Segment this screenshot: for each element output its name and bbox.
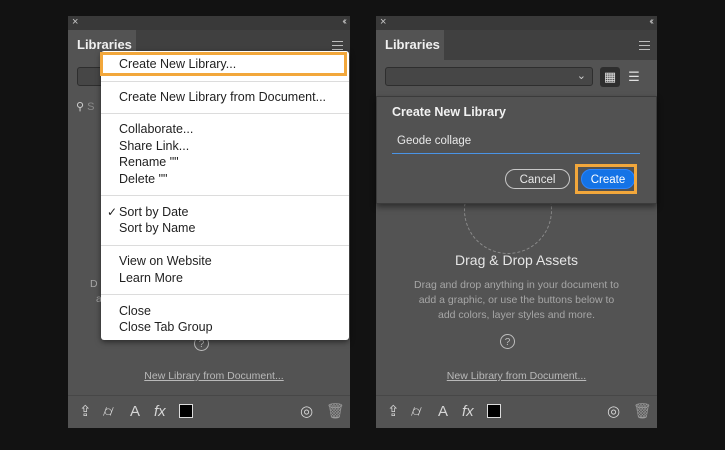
dialog-title: Create New Library [392, 105, 506, 119]
text-icon[interactable]: A [438, 403, 448, 421]
create-button-highlight [575, 164, 637, 194]
create-new-library-highlight [100, 52, 347, 76]
fx-icon[interactable]: fx [154, 403, 166, 421]
panel-bottom-toolbar: ⇪ ⌭ A fx ◎ 🗑 [68, 395, 350, 428]
grid-view-icon[interactable]: ▦ [600, 67, 620, 87]
menu-item-create-from-document[interactable]: Create New Library from Document... [119, 90, 326, 104]
panel-menu-icon[interactable] [639, 41, 650, 50]
menu-item-close[interactable]: Close [119, 304, 151, 318]
help-icon[interactable]: ? [500, 334, 515, 349]
library-name-input[interactable]: Geode collage [392, 135, 640, 154]
upload-icon[interactable]: ⇪ [79, 403, 92, 421]
chevron-down-icon: ⌄ [576, 70, 586, 82]
collapse-icon[interactable]: ‹‹ [342, 16, 346, 27]
upload-icon[interactable]: ⇪ [387, 403, 400, 421]
search-row[interactable]: ⚲ S [76, 100, 94, 113]
brush-icon[interactable]: ⌭ [411, 403, 422, 421]
menu-separator [101, 294, 349, 295]
menu-item-sort-by-date[interactable]: Sort by Date [119, 205, 188, 219]
drag-drop-title: Drag & Drop Assets [455, 252, 578, 268]
desc-line: Drag and drop anything in your document … [414, 279, 619, 291]
collapse-icon[interactable]: ‹‹ [649, 16, 653, 27]
menu-separator [101, 245, 349, 246]
search-icon: ⚲ [76, 101, 85, 113]
cancel-button[interactable]: Cancel [505, 169, 570, 189]
checkmark-icon: ✓ [107, 205, 118, 219]
panel-topbar: × ‹‹ [68, 16, 350, 30]
cc-sync-icon[interactable]: ◎ [607, 403, 620, 421]
menu-item-share-link[interactable]: Share Link... [119, 139, 189, 153]
menu-item-sort-by-name[interactable]: Sort by Name [119, 221, 195, 235]
panel-flyout-menu: Create New Library... Create New Library… [101, 51, 349, 340]
color-swatch[interactable] [487, 404, 501, 418]
menu-separator [101, 81, 349, 82]
partial-desc-1: D [90, 278, 98, 290]
new-library-from-document-link[interactable]: New Library from Document... [78, 370, 350, 382]
desc-line: add a graphic, or use the buttons below … [418, 294, 615, 306]
text-icon[interactable]: A [130, 403, 140, 421]
cc-sync-icon[interactable]: ◎ [300, 403, 313, 421]
library-select[interactable]: ⌄ [385, 67, 593, 86]
panel-topbar: × ‹‹ [376, 16, 657, 30]
tab-row: Libraries [376, 30, 657, 60]
desc-line: add colors, layer styles and more. [438, 309, 595, 321]
menu-item-collaborate[interactable]: Collaborate... [119, 122, 193, 136]
libraries-panel-right: × ‹‹ Libraries ⌄ ▦ ☰ Drag & Drop Assets … [376, 16, 657, 428]
menu-item-learn-more[interactable]: Learn More [119, 271, 183, 285]
trash-icon[interactable]: 🗑 [326, 403, 345, 421]
tab-libraries[interactable]: Libraries [376, 30, 444, 60]
search-placeholder: S [87, 101, 95, 113]
menu-item-close-tab-group[interactable]: Close Tab Group [119, 320, 213, 334]
panel-menu-icon[interactable] [332, 41, 343, 50]
menu-item-view-on-website[interactable]: View on Website [119, 254, 212, 268]
color-swatch[interactable] [179, 404, 193, 418]
menu-item-rename[interactable]: Rename "" [119, 155, 179, 169]
close-icon[interactable]: × [72, 16, 78, 28]
brush-icon[interactable]: ⌭ [103, 403, 114, 421]
close-icon[interactable]: × [380, 16, 386, 28]
list-view-icon[interactable]: ☰ [624, 67, 644, 87]
menu-separator [101, 195, 349, 196]
menu-item-delete[interactable]: Delete "" [119, 172, 167, 186]
new-library-from-document-link[interactable]: New Library from Document... [376, 370, 657, 382]
fx-icon[interactable]: fx [462, 403, 474, 421]
drag-drop-description: Drag and drop anything in your document … [394, 278, 639, 323]
panel-bottom-toolbar: ⇪ ⌭ A fx ◎ 🗑 [376, 395, 657, 428]
menu-separator [101, 113, 349, 114]
trash-icon[interactable]: 🗑 [633, 403, 652, 421]
